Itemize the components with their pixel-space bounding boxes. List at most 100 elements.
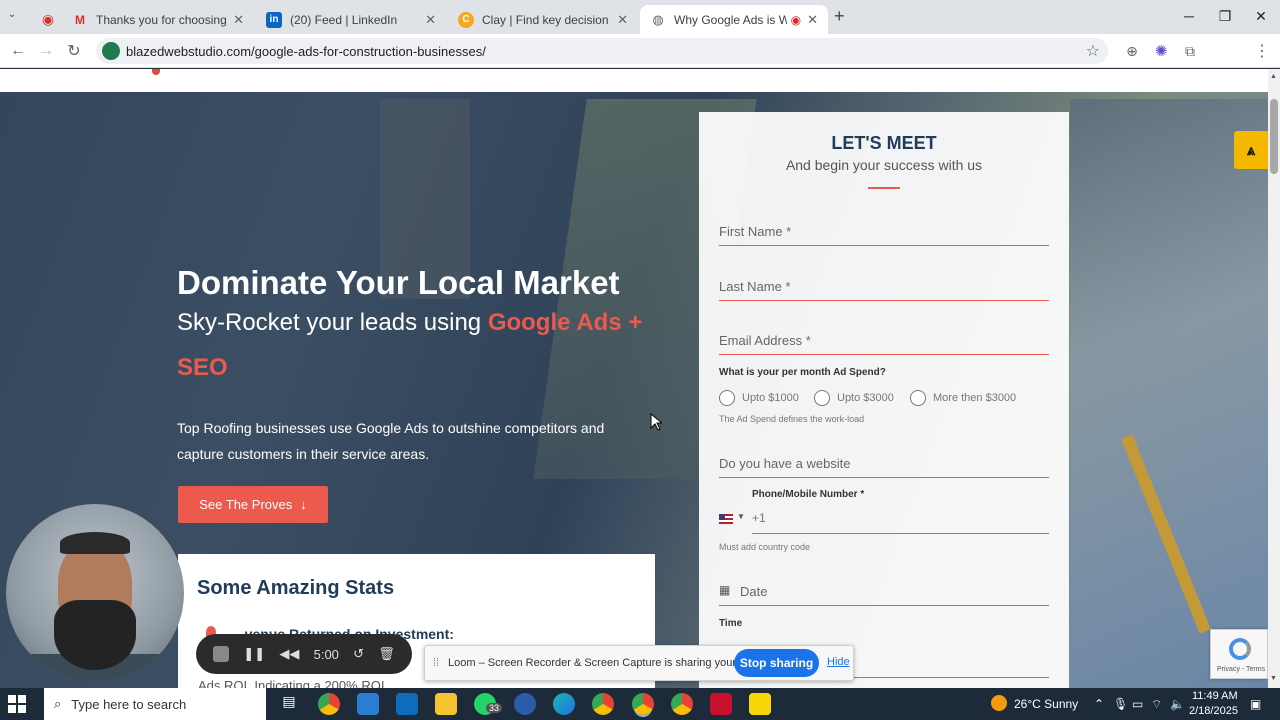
- app-icon[interactable]: [357, 693, 379, 715]
- scroll-up-icon[interactable]: ▲: [1270, 73, 1277, 80]
- forward-arrow-icon[interactable]: →: [34, 39, 58, 63]
- pause-icon[interactable]: ❚❚: [243, 646, 265, 662]
- chrome-icon[interactable]: [592, 693, 614, 715]
- chevron-up-icon[interactable]: ⌃: [1094, 697, 1104, 711]
- close-icon[interactable]: ✕: [617, 12, 628, 28]
- tab-google-ads[interactable]: ◍ Why Google Ads is Worthy ◉ ✕: [640, 5, 828, 34]
- tab-recording[interactable]: ◉: [30, 5, 60, 34]
- form-divider: [868, 187, 900, 189]
- email-field[interactable]: Email Address *: [719, 333, 1049, 355]
- recording-timer: 5:00: [313, 646, 339, 662]
- radio-circle[interactable]: [719, 390, 735, 406]
- close-icon[interactable]: ✕: [233, 12, 244, 28]
- close-icon[interactable]: ✕: [425, 12, 436, 28]
- close-icon[interactable]: ✕: [807, 12, 818, 28]
- site-info-icon[interactable]: [102, 42, 120, 60]
- time-label: Time: [719, 618, 743, 629]
- search-placeholder: Type here to search: [71, 696, 187, 712]
- microphone-icon[interactable]: 🎙: [1113, 697, 1128, 711]
- weather-icon[interactable]: [991, 695, 1007, 711]
- edge-icon[interactable]: [553, 693, 575, 715]
- contact-form: LET'S MEET And begin your success with u…: [699, 112, 1069, 688]
- tab-label: Why Google Ads is Worthy: [674, 12, 787, 27]
- hero-subtitle: Sky-Rocket your leads using Google Ads +: [177, 309, 642, 337]
- scroll-thumb[interactable]: [1270, 99, 1278, 174]
- url-text[interactable]: blazedwebstudio.com/google-ads-for-const…: [126, 44, 486, 59]
- radio-circle[interactable]: [814, 390, 830, 406]
- us-flag-icon[interactable]: [719, 514, 733, 524]
- tab-linkedin[interactable]: in (20) Feed | LinkedIn ✕: [256, 5, 446, 34]
- arrow-down-icon: ↓: [300, 497, 307, 512]
- radio-more-3000[interactable]: More then $3000: [910, 390, 1016, 406]
- recaptcha-badge[interactable]: Privacy - Terms: [1210, 629, 1268, 679]
- tab-search-chevron-icon[interactable]: ⌄: [8, 9, 16, 20]
- notification-icon[interactable]: ▣: [1250, 697, 1261, 711]
- recaptcha-text[interactable]: Privacy - Terms: [1217, 666, 1265, 673]
- hide-link[interactable]: Hide: [827, 656, 850, 668]
- stats-title: Some Amazing Stats: [197, 577, 395, 599]
- extension-icon[interactable]: ✺: [1149, 39, 1173, 63]
- stop-recording-icon[interactable]: [213, 646, 230, 662]
- first-name-field[interactable]: First Name *: [719, 224, 1049, 246]
- windows-start-icon[interactable]: [8, 695, 26, 713]
- menu-dots-icon[interactable]: ⋮: [1250, 39, 1274, 63]
- address-bar[interactable]: blazedwebstudio.com/google-ads-for-const…: [96, 38, 1108, 64]
- page-scrollbar[interactable]: ▲ ▼: [1268, 69, 1280, 688]
- hero-title: Dominate Your Local Market: [177, 264, 620, 301]
- webcam-bubble[interactable]: [6, 504, 184, 682]
- file-explorer-icon[interactable]: [435, 693, 457, 715]
- radio-label: Upto $3000: [837, 392, 894, 404]
- webcam-beard: [54, 600, 136, 670]
- app-icon[interactable]: [514, 693, 536, 715]
- trash-icon[interactable]: 🗑: [378, 646, 395, 662]
- floating-widget-icon[interactable]: ⩓: [1234, 131, 1268, 169]
- drag-handle-icon[interactable]: ⁞⁞: [433, 657, 439, 669]
- back-arrow-icon[interactable]: ←: [6, 39, 30, 63]
- volume-icon[interactable]: 🔈: [1170, 697, 1185, 711]
- reload-icon[interactable]: ↻: [62, 39, 86, 63]
- tab-clay[interactable]: C Clay | Find key decision makers ✕: [448, 5, 638, 34]
- whatsapp-icon[interactable]: 33: [474, 693, 503, 715]
- wifi-icon[interactable]: ⌔: [1151, 697, 1162, 712]
- loom-recording-controls: ❚❚ ◀◀ 5:00 ↺ 🗑: [196, 634, 412, 674]
- tab-gmail[interactable]: M Thanks you for choosing us - Bl ✕: [62, 5, 254, 34]
- translate-icon[interactable]: ⊕: [1120, 39, 1144, 63]
- radio-upto-1000[interactable]: Upto $1000: [719, 390, 799, 406]
- phone-field[interactable]: ▼ +1: [719, 510, 1049, 536]
- restart-icon[interactable]: ↺: [353, 646, 364, 662]
- battery-icon[interactable]: ▭: [1132, 697, 1143, 711]
- last-name-field[interactable]: Last Name *: [719, 279, 1049, 301]
- radio-circle[interactable]: [910, 390, 926, 406]
- windows-taskbar: ⌕ Type here to search ▤ 33 26°C Sunny ⌃ …: [0, 688, 1280, 720]
- rewind-icon[interactable]: ◀◀: [279, 646, 299, 662]
- clock-date[interactable]: 2/18/2025: [1189, 705, 1238, 717]
- browser-tab-bar: ⌄ ◉ M Thanks you for choosing us - Bl ✕ …: [0, 0, 1280, 34]
- gmail-icon: M: [75, 12, 85, 27]
- sticky-notes-icon[interactable]: [749, 693, 771, 715]
- bookmark-star-icon[interactable]: ☆: [1086, 41, 1100, 61]
- chrome-icon[interactable]: [318, 693, 340, 715]
- tab-label: Thanks you for choosing us - Bl: [96, 12, 227, 27]
- webcam-hair: [60, 532, 130, 554]
- tab-label: (20) Feed | LinkedIn: [290, 12, 398, 27]
- chrome-icon[interactable]: [671, 693, 693, 715]
- scroll-down-icon[interactable]: ▼: [1270, 675, 1277, 682]
- taskbar-search[interactable]: ⌕ Type here to search: [44, 688, 266, 720]
- task-view-icon[interactable]: ▤: [278, 693, 300, 715]
- hero-subtitle-line2: SEO: [177, 354, 228, 381]
- see-the-proves-button[interactable]: See The Proves ↓: [178, 486, 328, 523]
- website-field[interactable]: Do you have a website: [719, 456, 1049, 478]
- stop-sharing-button[interactable]: Stop sharing: [734, 649, 819, 677]
- new-tab-button[interactable]: +: [834, 6, 845, 27]
- weather-text[interactable]: 26°C Sunny: [1014, 697, 1078, 711]
- radio-upto-3000[interactable]: Upto $3000: [814, 390, 894, 406]
- chevron-down-icon[interactable]: ▼: [737, 512, 745, 521]
- close-window-button[interactable]: ✕: [1238, 0, 1280, 32]
- date-field[interactable]: Date: [719, 584, 1049, 606]
- linkedin-icon: in: [266, 11, 282, 28]
- app-icon[interactable]: [710, 693, 732, 715]
- extensions-puzzle-icon[interactable]: ⧉: [1178, 39, 1202, 63]
- outlook-icon[interactable]: [396, 693, 418, 715]
- clock-time[interactable]: 11:49 AM: [1192, 690, 1238, 702]
- chrome-active-icon[interactable]: [632, 693, 654, 715]
